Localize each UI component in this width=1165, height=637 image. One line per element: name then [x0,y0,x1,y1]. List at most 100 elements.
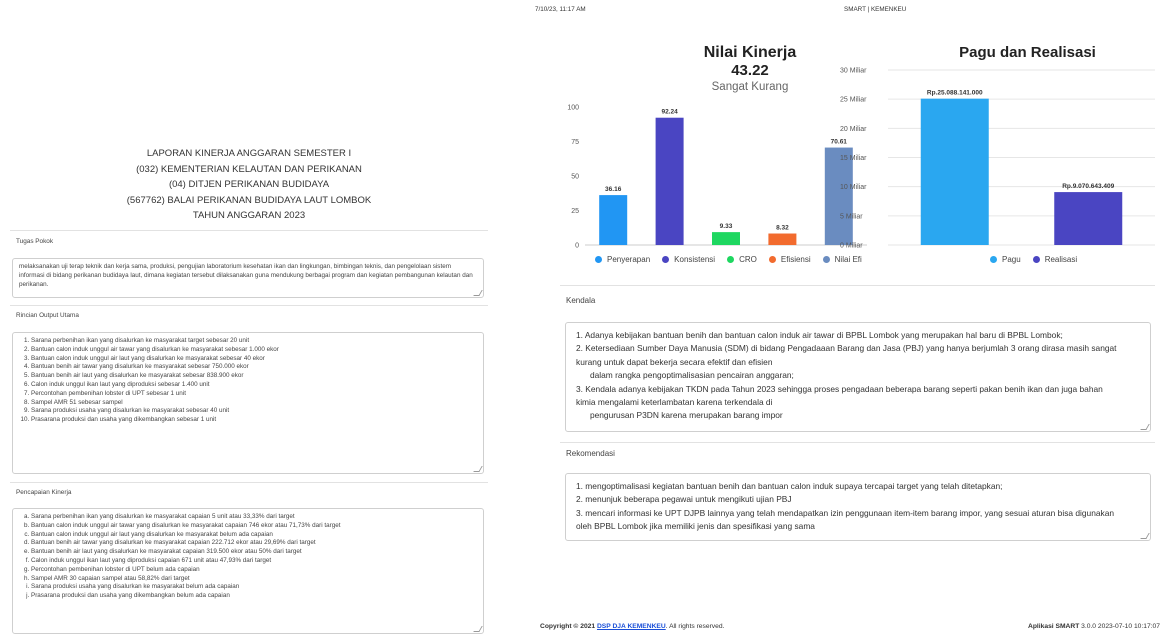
divider [560,442,1155,443]
y-tick-label: 30 Miliar [840,68,867,75]
pencapaian-item: Sampel AMR 30 capaian sampel atau 58,82%… [31,575,477,584]
bar-efisiensi [768,233,797,245]
header-line-5: TAHUN ANGGARAN 2023 [192,210,306,222]
resize-handle-icon[interactable] [1140,533,1150,539]
kendala-line: 2. Ketersediaan Sumber Daya Manusia (SDM… [576,343,1117,354]
pagu-realisasi-legend: Pagu Realisasi [990,255,1089,264]
divider [10,482,488,483]
rekomendasi-label: Rekomendasi [566,449,615,458]
header-line-3: (04) DITJEN PERIKANAN BUDIDAYA [168,179,330,191]
data-label: Rp.25.088.141.000 [927,90,983,97]
rekomendasi-line: 1. mengoptimalisasi kegiatan bantuan ben… [576,481,1003,491]
resize-handle-icon[interactable] [473,466,483,472]
data-label: 8.32 [776,225,789,232]
data-label: 92.24 [661,109,678,116]
nilai-kinerja-score: 43.22 [731,62,769,79]
pencapaian-item: Sarana perbenihan ikan yang disalurkan k… [31,513,477,522]
app-version: 3.0.0 2023-07-10 10:17:07 [1081,623,1160,630]
rincian-item: Bantuan calon induk unggul air tawar yan… [31,346,477,355]
y-tick-label: 15 Miliar [840,155,867,162]
y-tick-label: 25 [571,208,579,215]
rincian-item: Bantuan benih air laut yang disalurkan k… [31,372,477,381]
rekomendasi-textarea[interactable]: 1. mengoptimalisasi kegiatan bantuan ben… [565,473,1151,541]
dsp-dja-link[interactable]: DSP DJA KEMENKEU [597,623,666,630]
legend-dot-icon [822,256,830,263]
copyright-text: Copyright © 2021 [540,623,596,630]
y-tick-label: 100 [567,105,579,112]
rincian-output-textarea[interactable]: Sarana perbenihan ikan yang disalurkan k… [12,332,484,474]
pencapaian-kinerja-textarea[interactable]: Sarana perbenihan ikan yang disalurkan k… [12,508,484,634]
resize-handle-icon[interactable] [473,626,483,632]
data-label: 9.33 [720,223,733,230]
rekomendasi-line: oleh BPBL Lombok jika memiliki jenis dan… [576,521,815,532]
kendala-label: Kendala [566,296,596,305]
data-label: Rp.9.070.643.409 [1062,183,1114,190]
rekomendasi-line: 2. menunjuk beberapa pegawai untuk mengi… [576,494,792,505]
kendala-line: 1. Adanya kebijakan bantuan benih dan ba… [576,330,1063,340]
legend-item[interactable]: Konsistensi [662,255,715,264]
pencapaian-item: Prasarana produksi dan usaha yang dikemb… [31,592,477,601]
legend-item[interactable]: Efisiensi [768,255,811,264]
bar-cro [712,232,740,245]
y-tick-label: 0 [575,243,579,250]
kendala-textarea[interactable]: 1. Adanya kebijakan bantuan benih dan ba… [565,322,1151,432]
legend-dot-icon [1032,256,1040,263]
rekomendasi-line: 3. mencari informasi ke UPT DJPB lainnya… [576,507,1115,518]
bar-pagu [920,98,989,245]
pagu-realisasi-chart: 0 Miliar 5 Miliar 10 Miliar 15 Miliar 20 Mil… [840,68,1155,250]
y-tick-label: 50 [571,174,579,181]
rincian-item: Sampel AMR 51 sebesar sampel [31,399,477,408]
legend-label: CRO [739,255,757,264]
tugas-pokok-label: Tugas Pokok [16,238,54,245]
nilai-kinerja-title: Nilai Kinerja [703,44,797,61]
legend-item[interactable]: Penyerapan [595,255,650,264]
resize-handle-icon[interactable] [1140,424,1150,430]
rincian-item: Bantuan calon induk unggul air laut yang… [31,355,477,364]
nilai-kinerja-chart: 025507510036.1692.249.33 8.3270.61 [567,105,867,250]
rincian-item: Calon induk unggul ikan laut yang diprod… [31,381,477,390]
legend-dot-icon [595,256,602,263]
pencapaian-kinerja-label: Pencapaian Kinerja [16,489,72,496]
legend-item[interactable]: Pagu [990,255,1021,264]
rincian-output-list: Sarana perbenihan ikan yang disalurkan k… [19,337,477,425]
kendala-line: kimia mengalami keterlambatan karena ter… [576,397,773,408]
y-tick-label: 25 Miliar [840,97,867,104]
legend-item[interactable]: Realisasi [1032,255,1078,264]
footer-version: Aplikasi SMART 3.0.0 2023-07-10 10:17:07 [1028,623,1160,630]
print-site-title: SMART | KEMENKEU [844,6,907,13]
rights-text: . All rights reserved. [665,623,725,630]
pencapaian-item: Calon induk unggul ikan laut yang diprod… [31,557,477,566]
divider [10,230,488,231]
pencapaian-item: Percontohan pembenihan lobster di UPT be… [31,566,477,575]
print-timestamp: 7/10/23, 11:17 AM [535,6,586,13]
pencapaian-item: Bantuan calon induk unggul air laut yang… [31,531,477,540]
nilai-kinerja-legend: Penyerapan Konsistensi CRO Efisiensi Nilai E… [595,255,874,264]
legend-label: Realisasi [1044,255,1078,264]
report-page-left: LAPORAN KINERJA ANGGARAN SEMESTER I (032… [0,0,495,637]
resize-handle-icon[interactable] [473,290,483,296]
kendala-line: pengurusan P3DN karena merupakan barang … [576,410,783,421]
tugas-pokok-textarea[interactable]: melaksanakan uji terap teknik dan kerja … [12,258,484,298]
y-tick-label: 10 Miliar [840,184,867,191]
divider [560,285,1155,286]
bar-realisasi [1054,192,1123,245]
bar-penyerapan [599,195,628,245]
rincian-item: Prasarana produksi dan usaha yang dikemb… [31,416,477,425]
header-line-2: (032) KEMENTERIAN KELAUTAN DAN PERIKANAN [136,163,362,175]
header-line-4: (567762) BALAI PERIKANAN BUDIDAYA LAUT L… [126,194,372,206]
rincian-item: Bantuan benih air tawar yang disalurkan … [31,363,477,372]
y-tick-label: 20 Miliar [840,126,867,133]
kendala-line: dalam rangka pengoptimalisasian pencaira… [576,370,794,381]
rincian-item: Percontohan pembenihan lobster di UPT se… [31,390,477,399]
nilai-kinerja-category: Sangat Kurang [711,81,789,93]
pencapaian-kinerja-list: Sarana perbenihan ikan yang disalurkan k… [19,513,477,601]
y-tick-label: 75 [571,139,579,146]
report-header: LAPORAN KINERJA ANGGARAN SEMESTER I (032… [10,146,488,224]
y-tick-label: 0 Miliar [840,243,863,250]
legend-dot-icon [990,256,997,263]
header-line-1: LAPORAN KINERJA ANGGARAN SEMESTER I [146,148,352,159]
legend-label: Penyerapan [607,255,651,264]
tugas-pokok-text: melaksanakan uji terap teknik dan kerja … [19,263,473,288]
legend-item[interactable]: CRO [727,255,757,264]
legend-dot-icon [662,256,670,263]
